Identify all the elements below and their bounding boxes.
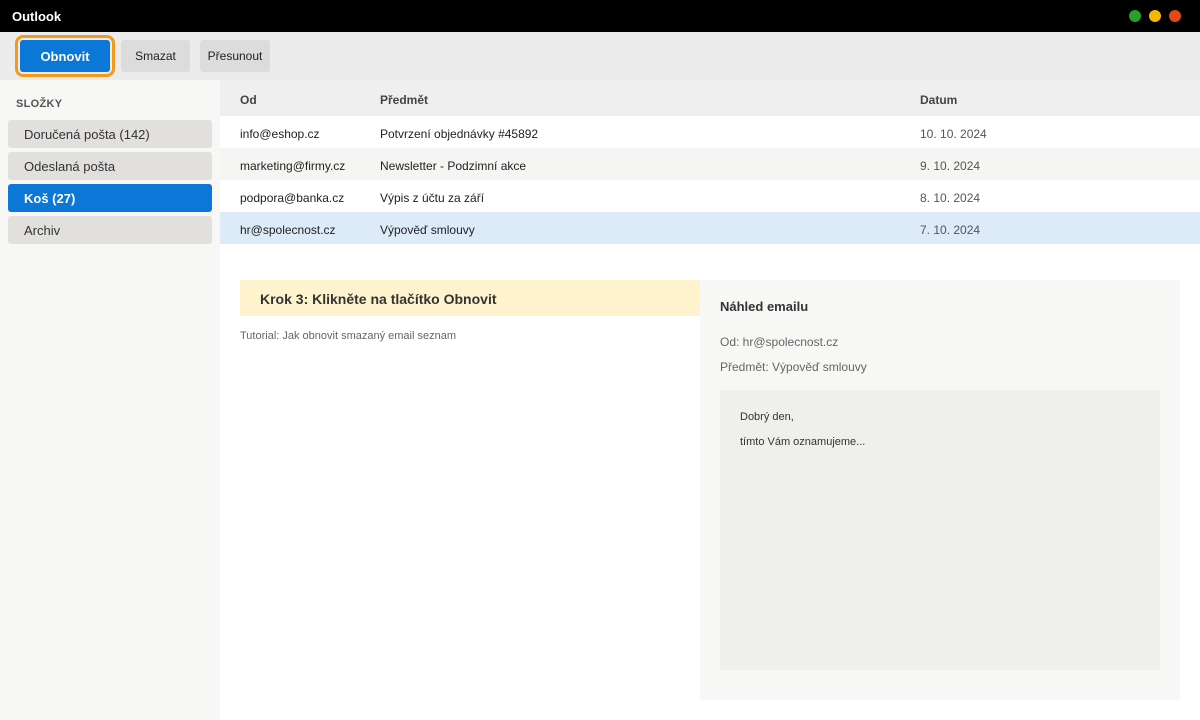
email-subject: Newsletter - Podzimní akce	[380, 159, 527, 173]
email-subject: Výpis z účtu za září	[380, 191, 485, 205]
preview-subject: Předmět: Výpověď smlouvy	[720, 360, 867, 374]
email-subject: Výpověď smlouvy	[380, 223, 475, 237]
email-row-selected[interactable]: hr@spolecnost.cz Výpověď smlouvy 7. 10. …	[220, 212, 1200, 244]
email-row[interactable]: info@eshop.cz Potvrzení objednávky #4589…	[220, 116, 1200, 148]
restore-button[interactable]: Obnovit	[15, 35, 115, 77]
move-button[interactable]: Přesunout	[200, 40, 270, 72]
email-row[interactable]: marketing@firmy.cz Newsletter - Podzimní…	[220, 148, 1200, 180]
email-sender: hr@spolecnost.cz	[240, 223, 336, 237]
preview-title: Náhled emailu	[720, 299, 809, 314]
email-date: 10. 10. 2024	[920, 127, 987, 141]
preview-body: Dobrý den, tímto Vám oznamujeme...	[720, 390, 1160, 670]
email-sender: info@eshop.cz	[240, 127, 320, 141]
title-bar: Outlook	[0, 0, 1200, 32]
folder-archive[interactable]: Archiv	[8, 216, 212, 244]
folder-trash[interactable]: Koš (27)	[8, 184, 212, 212]
email-list: Od Předmět Datum info@eshop.cz Potvrzení…	[220, 80, 1200, 244]
email-sender: marketing@firmy.cz	[240, 159, 346, 173]
email-date: 8. 10. 2024	[920, 191, 981, 205]
app-title: Outlook	[12, 9, 62, 24]
maximize-button[interactable]	[1129, 10, 1141, 22]
preview-from: Od: hr@spolecnost.cz	[720, 335, 839, 349]
toolbar: Obnovit Smazat Přesunout	[0, 32, 1200, 80]
column-header-from[interactable]: Od	[240, 93, 257, 107]
email-subject: Potvrzení objednávky #45892	[380, 127, 539, 141]
close-button[interactable]	[1169, 10, 1181, 22]
minimize-button[interactable]	[1149, 10, 1161, 22]
sidebar: SLOŽKY Doručená pošta (142) Odeslaná poš…	[0, 80, 220, 720]
preview-body-greeting: Dobrý den,	[740, 411, 794, 423]
email-list-header: Od Předmět Datum	[220, 80, 1200, 116]
folder-inbox[interactable]: Doručená pošta (142)	[8, 120, 212, 148]
email-sender: podpora@banka.cz	[240, 191, 345, 205]
delete-button[interactable]: Smazat	[121, 40, 190, 72]
sidebar-title: SLOŽKY	[16, 98, 63, 110]
email-preview-pane: Náhled emailu Od: hr@spolecnost.cz Předm…	[700, 280, 1180, 700]
email-date: 9. 10. 2024	[920, 159, 981, 173]
email-date: 7. 10. 2024	[920, 223, 981, 237]
email-row[interactable]: podpora@banka.cz Výpis z účtu za září 8.…	[220, 180, 1200, 212]
tutorial-caption: Tutorial: Jak obnovit smazaný email sezn…	[240, 330, 457, 342]
column-header-subject[interactable]: Předmět	[380, 93, 428, 107]
folder-sent[interactable]: Odeslaná pošta	[8, 152, 212, 180]
preview-body-text: tímto Vám oznamujeme...	[740, 436, 866, 448]
column-header-date[interactable]: Datum	[920, 93, 957, 107]
tutorial-step-banner: Krok 3: Klikněte na tlačítko Obnovit	[240, 280, 700, 316]
